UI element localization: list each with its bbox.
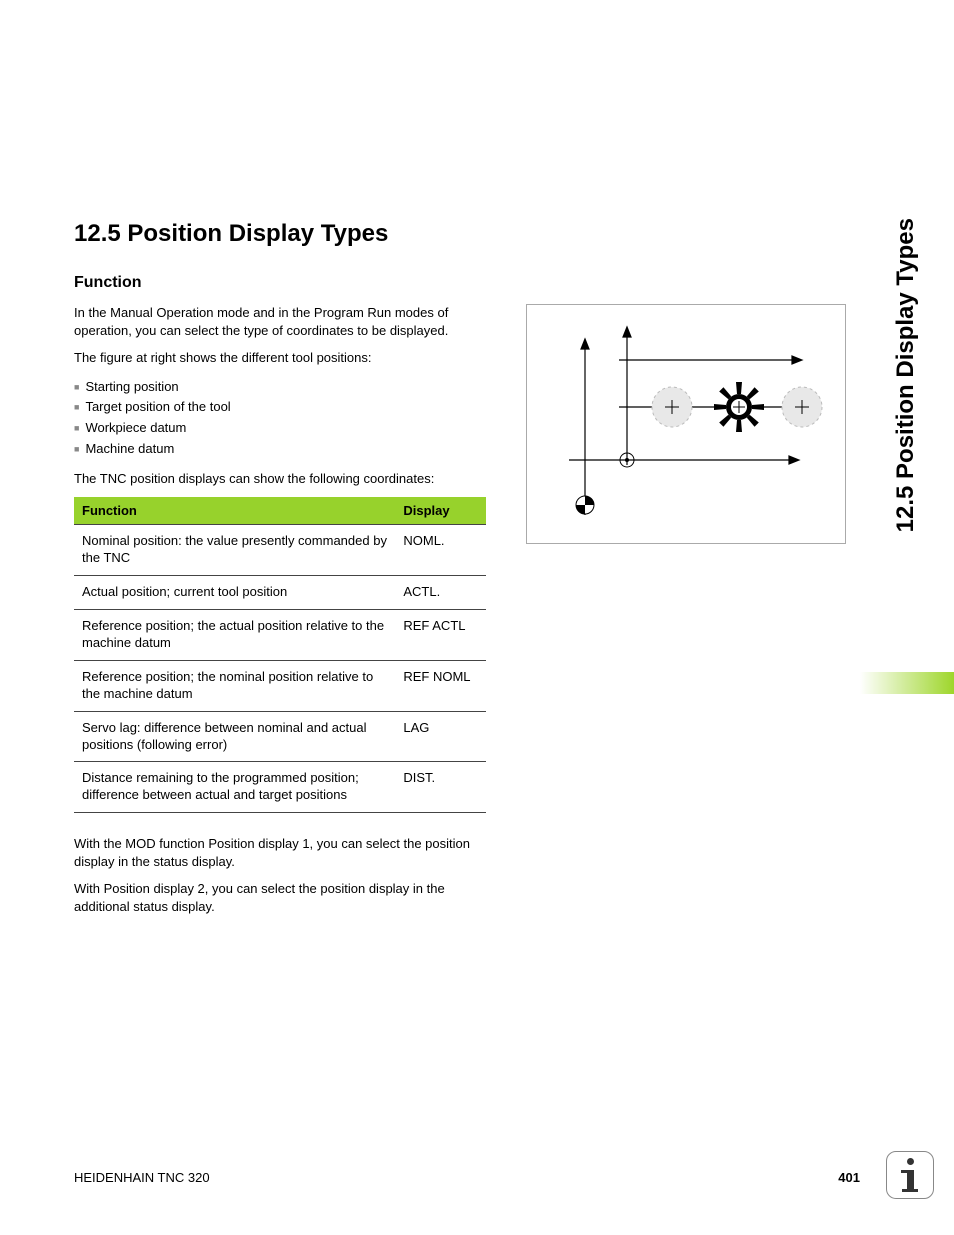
side-tab-title: 12.5 Position Display Types	[892, 218, 920, 532]
closing-paragraph-1: With the MOD function Position display 1…	[74, 835, 486, 870]
cell-function: Servo lag: difference between nominal an…	[74, 711, 395, 762]
footer-product: HEIDENHAIN TNC 320	[74, 1170, 210, 1185]
cell-function: Reference position; the actual position …	[74, 610, 395, 661]
table-row: Reference position; the nominal position…	[74, 660, 486, 711]
side-accent-bar	[860, 672, 954, 694]
cell-display: NOML.	[395, 525, 486, 576]
list-item: Machine datum	[74, 439, 486, 460]
intro-paragraph-2: The figure at right shows the different …	[74, 349, 486, 367]
cell-display: REF NOML	[395, 660, 486, 711]
page-number: 401	[838, 1170, 860, 1185]
table-row: Distance remaining to the programmed pos…	[74, 762, 486, 813]
list-item: Starting position	[74, 377, 486, 398]
table-row: Servo lag: difference between nominal an…	[74, 711, 486, 762]
section-heading: 12.5 Position Display Types	[74, 220, 874, 248]
closing-paragraph-2: With Position display 2, you can select …	[74, 880, 486, 915]
table-header-display: Display	[395, 497, 486, 525]
cell-function: Distance remaining to the programmed pos…	[74, 762, 395, 813]
table-header-function: Function	[74, 497, 395, 525]
coordinates-table: Function Display Nominal position: the v…	[74, 497, 486, 813]
cell-display: DIST.	[395, 762, 486, 813]
cell-display: REF ACTL	[395, 610, 486, 661]
table-row: Nominal position: the value presently co…	[74, 525, 486, 576]
position-figure	[526, 304, 846, 544]
cell-function: Actual position; current tool position	[74, 576, 395, 610]
subsection-heading: Function	[74, 274, 874, 292]
list-item: Target position of the tool	[74, 397, 486, 418]
table-row: Actual position; current tool position A…	[74, 576, 486, 610]
cell-display: LAG	[395, 711, 486, 762]
cell-function: Nominal position: the value presently co…	[74, 525, 395, 576]
intro-paragraph-1: In the Manual Operation mode and in the …	[74, 304, 486, 339]
info-icon	[886, 1151, 934, 1199]
position-bullet-list: Starting position Target position of the…	[74, 377, 486, 460]
list-item: Workpiece datum	[74, 418, 486, 439]
intro-paragraph-3: The TNC position displays can show the f…	[74, 470, 486, 488]
cell-display: ACTL.	[395, 576, 486, 610]
cell-function: Reference position; the nominal position…	[74, 660, 395, 711]
position-diagram-icon	[527, 305, 847, 545]
table-row: Reference position; the actual position …	[74, 610, 486, 661]
